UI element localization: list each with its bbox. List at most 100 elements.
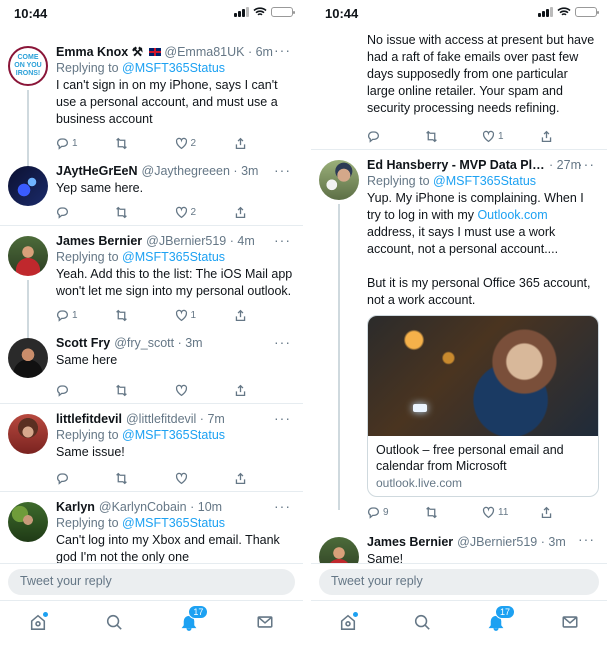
more-icon[interactable]: ···: [274, 42, 291, 58]
author-name[interactable]: Ed Hansberry - MVP Data Plat...: [367, 158, 545, 172]
avatar[interactable]: [8, 236, 48, 276]
divider: [303, 0, 311, 650]
retweet-icon: [425, 506, 437, 518]
retweet-button[interactable]: [425, 130, 483, 143]
reply-button[interactable]: [56, 384, 115, 397]
new-content-dot: [42, 612, 48, 617]
share-button[interactable]: [234, 309, 293, 322]
tweet[interactable]: JAytHeGrEeN @Jaythegreeen · 3m ··· Yep sa…: [0, 156, 303, 226]
heart-icon: [175, 206, 187, 218]
mention-link[interactable]: @MSFT365Status: [433, 174, 536, 188]
reply-icon: [56, 137, 69, 150]
like-button[interactable]: 2: [175, 137, 234, 150]
reply-button[interactable]: [56, 206, 115, 219]
more-icon[interactable]: ···: [274, 498, 291, 514]
more-icon[interactable]: ···: [274, 162, 291, 178]
like-button[interactable]: [175, 384, 234, 397]
reply-button[interactable]: 1: [56, 309, 115, 322]
reply-input[interactable]: Tweet your reply: [8, 569, 295, 595]
retweet-button[interactable]: [115, 206, 174, 219]
avatar[interactable]: [319, 537, 359, 566]
link-card[interactable]: Outlook – free personal email and calend…: [367, 315, 599, 497]
retweet-button[interactable]: [425, 506, 483, 519]
author-name[interactable]: littlefitdevil: [56, 412, 122, 426]
tab-home[interactable]: [336, 612, 360, 637]
author-name[interactable]: Karlyn: [56, 500, 95, 514]
tab-notifications[interactable]: 17: [177, 605, 209, 637]
share-button[interactable]: [234, 384, 293, 397]
heart-icon: [175, 472, 187, 484]
tweet[interactable]: Karlyn @KarlynCobain · 10m ··· Replying t…: [0, 492, 303, 566]
reply-input[interactable]: Tweet your reply: [319, 569, 599, 595]
mention-link[interactable]: @MSFT365Status: [122, 250, 225, 264]
heart-icon: [482, 130, 495, 142]
status-bar: 10:44: [0, 0, 303, 26]
more-icon[interactable]: ···: [274, 410, 291, 426]
tweet[interactable]: James Bernier @JBernier519 · 3m ··· Same!: [311, 525, 607, 566]
retweet-button[interactable]: [115, 309, 174, 322]
more-icon[interactable]: ···: [274, 334, 291, 350]
like-button[interactable]: [175, 472, 234, 485]
replying-to: Replying to @MSFT365Status: [56, 61, 226, 75]
card-image: [368, 316, 598, 436]
tab-messages[interactable]: [558, 613, 582, 637]
tweet[interactable]: littlefitdevil @littlefitdevil · 7m ··· R…: [0, 404, 303, 492]
tweet[interactable]: COME ON YOU IRONS! Emma Knox ⚒ @Emma81UK…: [0, 36, 303, 185]
like-button[interactable]: 11: [482, 506, 540, 519]
author-name[interactable]: Emma Knox ⚒: [56, 44, 143, 59]
like-button[interactable]: 1: [175, 309, 234, 322]
tweet[interactable]: James Bernier @JBernier519 · 4m ··· Reply…: [0, 226, 303, 340]
tab-search[interactable]: [102, 613, 126, 637]
avatar[interactable]: [8, 414, 48, 454]
tab-bar: 17: [311, 600, 607, 650]
more-icon[interactable]: ···: [274, 232, 291, 248]
avatar[interactable]: [8, 338, 48, 378]
reply-button[interactable]: [56, 472, 115, 485]
outlook-link[interactable]: Outlook.com: [477, 208, 547, 222]
share-button[interactable]: [540, 130, 598, 143]
tweet-text: Yup. My iPhone is complaining. When I tr…: [367, 191, 584, 256]
author-name[interactable]: JAytHeGrEeN: [56, 164, 138, 178]
tab-home[interactable]: [26, 612, 50, 637]
author-handle: @KarlynCobain · 10m: [98, 500, 223, 514]
reply-button[interactable]: 9: [367, 506, 425, 519]
share-button[interactable]: [234, 137, 293, 150]
avatar[interactable]: [8, 166, 48, 206]
status-time: 10:44: [325, 6, 359, 21]
like-button[interactable]: 1: [482, 130, 540, 143]
reply-button[interactable]: [367, 130, 425, 143]
reply-composer: Tweet your reply: [311, 563, 607, 600]
tab-messages[interactable]: [253, 613, 277, 637]
retweet-button[interactable]: [115, 384, 174, 397]
like-button[interactable]: 2: [175, 206, 234, 219]
tweet-text: Yeah. Add this to the list: The iOS Mail…: [56, 267, 293, 298]
mention-link[interactable]: @MSFT365Status: [122, 516, 225, 530]
avatar[interactable]: [8, 502, 48, 542]
retweet-icon: [116, 472, 128, 484]
mention-link[interactable]: @MSFT365Status: [122, 428, 225, 442]
author-name[interactable]: James Bernier: [56, 234, 142, 248]
tab-search[interactable]: [410, 613, 434, 637]
retweet-button[interactable]: [115, 137, 174, 150]
status-bar: 10:44: [311, 0, 607, 26]
share-button[interactable]: [540, 506, 598, 519]
share-button[interactable]: [234, 206, 293, 219]
reply-icon: [56, 384, 69, 397]
avatar[interactable]: COME ON YOU IRONS!: [8, 46, 48, 86]
more-icon[interactable]: ···: [578, 156, 595, 172]
more-icon[interactable]: ···: [578, 531, 595, 547]
tweet[interactable]: Ed Hansberry - MVP Data Plat... · 27m ···…: [311, 150, 607, 525]
avatar[interactable]: [319, 160, 359, 200]
reply-button[interactable]: 1: [56, 137, 115, 150]
share-icon: [541, 506, 551, 518]
tab-notifications[interactable]: 17: [484, 605, 516, 637]
author-handle: @JBernier519 · 3m: [457, 535, 566, 549]
tweet[interactable]: No issue with access at present but have…: [311, 26, 607, 150]
author-name[interactable]: James Bernier: [367, 535, 453, 549]
retweet-button[interactable]: [115, 472, 174, 485]
tweet-text: I can't sign in on my iPhone, says I can…: [56, 78, 278, 126]
mention-link[interactable]: @MSFT365Status: [122, 61, 225, 75]
tweet[interactable]: Scott Fry @fry_scott · 3m ··· Same here: [0, 328, 303, 404]
share-button[interactable]: [234, 472, 293, 485]
author-name[interactable]: Scott Fry: [56, 336, 110, 350]
